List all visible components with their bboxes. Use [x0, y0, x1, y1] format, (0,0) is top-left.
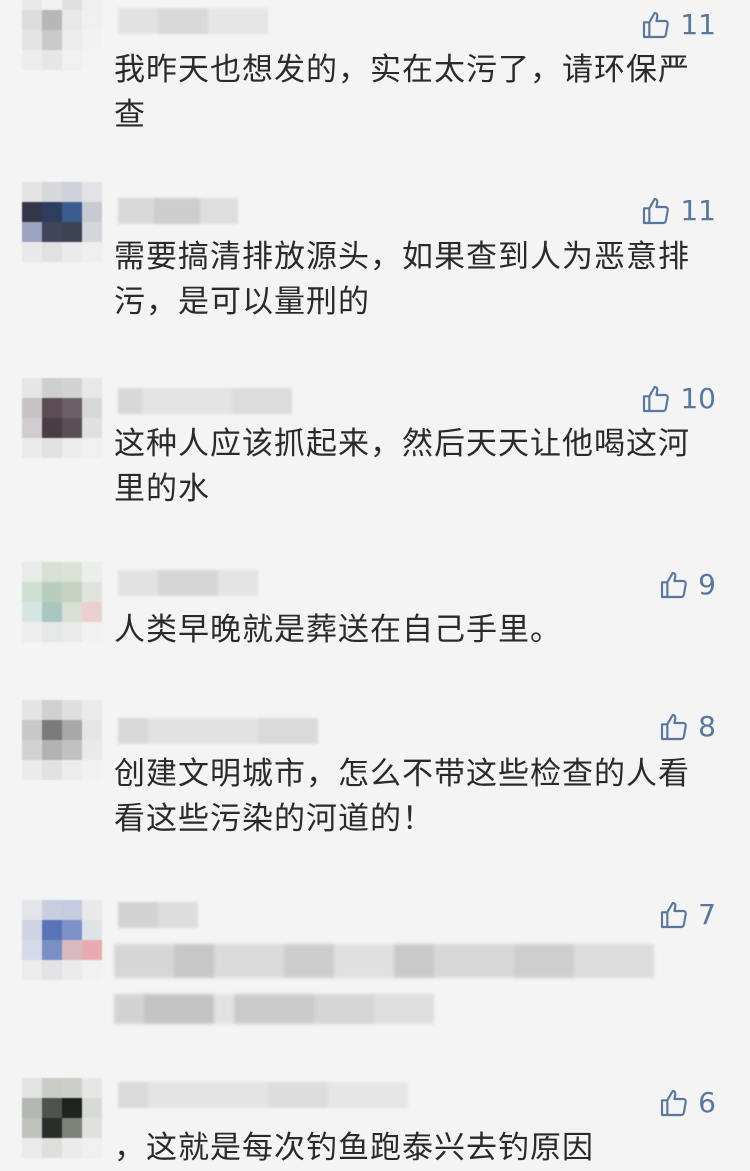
like-count: 10: [680, 382, 716, 415]
like-button[interactable]: 8: [658, 710, 716, 743]
comment-item: 8 创建文明城市，怎么不带这些检查的人看看这些污染的河道的！: [0, 700, 750, 890]
avatar[interactable]: [22, 700, 102, 780]
thumbs-up-icon: [661, 713, 688, 740]
avatar[interactable]: [22, 1078, 102, 1158]
comment-item: 7: [0, 890, 750, 1070]
like-button[interactable]: 11: [640, 8, 716, 41]
like-button[interactable]: 7: [658, 898, 716, 931]
thumbs-up-icon: [661, 901, 688, 928]
like-count: 9: [698, 568, 716, 601]
nickname[interactable]: [118, 902, 198, 928]
avatar[interactable]: [22, 182, 102, 262]
comment-item: 9 人类早晚就是葬送在自己手里。: [0, 560, 750, 700]
like-count: 7: [698, 898, 716, 931]
comment-text: ，这就是每次钓鱼跑泰兴去钓原因: [114, 1130, 594, 1166]
like-button[interactable]: 9: [658, 568, 716, 601]
avatar[interactable]: [22, 900, 102, 980]
like-button[interactable]: 6: [658, 1086, 716, 1119]
comment-text: 创建文明城市，怎么不带这些检查的人看看这些污染的河道的！: [114, 756, 690, 837]
comment-item: 11 需要搞清排放源头，如果查到人为恶意排污，是可以量刑的: [0, 180, 750, 370]
blurred-comment-line: [114, 994, 434, 1024]
nickname[interactable]: [118, 1082, 408, 1108]
comment-text: 人类早晚就是葬送在自己手里。: [114, 612, 562, 648]
like-count: 11: [680, 194, 716, 227]
blurred-comment-line: [114, 944, 654, 978]
comment-item: 10 这种人应该抓起来，然后天天让他喝这河里的水: [0, 370, 750, 560]
thumbs-up-icon: [661, 571, 688, 598]
comment-text: 这种人应该抓起来，然后天天让他喝这河里的水: [114, 426, 690, 507]
thumbs-up-icon: [661, 1089, 688, 1116]
nickname[interactable]: [118, 388, 292, 414]
like-count: 6: [698, 1086, 716, 1119]
thumbs-up-icon: [643, 197, 670, 224]
nickname[interactable]: [118, 570, 258, 596]
nickname[interactable]: [118, 718, 318, 744]
like-button[interactable]: 11: [640, 194, 716, 227]
nickname[interactable]: [118, 198, 238, 224]
comment-item: 11 我昨天也想发的，实在太污了，请环保严查: [0, 0, 750, 180]
like-button[interactable]: 10: [640, 382, 716, 415]
nickname[interactable]: [118, 8, 268, 34]
comment-text: 我昨天也想发的，实在太污了，请环保严查: [114, 52, 690, 133]
avatar[interactable]: [22, 0, 102, 70]
avatar[interactable]: [22, 378, 102, 458]
avatar[interactable]: [22, 562, 102, 642]
like-count: 11: [680, 8, 716, 41]
thumbs-up-icon: [643, 385, 670, 412]
thumbs-up-icon: [643, 11, 670, 38]
like-count: 8: [698, 710, 716, 743]
comment-item: 6 ，这就是每次钓鱼跑泰兴去钓原因: [0, 1070, 750, 1170]
comment-text: 需要搞清排放源头，如果查到人为恶意排污，是可以量刑的: [114, 239, 690, 320]
